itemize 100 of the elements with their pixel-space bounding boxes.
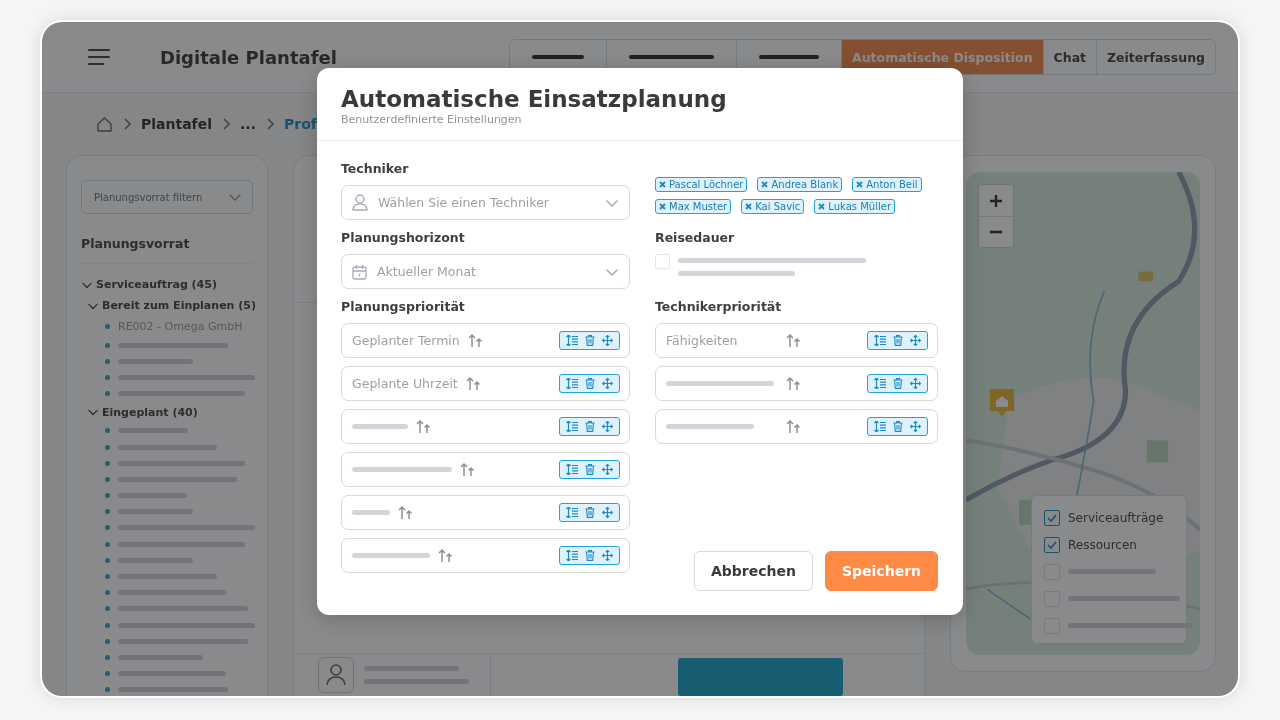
tree-item[interactable]: Eingeplant (40) [87,401,253,423]
field-label: Reisedauer [655,230,736,245]
home-icon [96,115,113,133]
sort-arrows-icon [460,462,475,477]
breadcrumb-link[interactable]: Prof [283,116,317,132]
technician-chip[interactable]: Max Muster [655,199,732,214]
sort-arrows-icon [467,333,483,348]
sort-list-icon [566,378,578,389]
bullet-icon [105,476,110,482]
close-icon [745,203,753,210]
move-icon [602,335,613,346]
move-icon [602,421,613,432]
move-icon [910,378,921,389]
priority-row[interactable]: Geplanter Termin [341,323,630,358]
tree-item[interactable]: Bereit zum Einplanen (5) [87,295,253,316]
move-icon [910,421,921,432]
breadcrumb-link[interactable]: Plantafel [141,116,212,132]
cancel-button[interactable]: Abbrechen [693,551,813,591]
dialog-title: Automatische Einsatzplanung [341,86,728,112]
trash-icon [585,421,595,432]
bullet-icon [105,509,110,515]
sort-list-icon [566,507,578,518]
sort-list-icon [566,464,578,475]
app-title: Digitale Plantafel [160,46,337,68]
tree-item[interactable]: Serviceauftrag (45) [81,274,253,295]
trash-icon [585,335,595,346]
technician-chip[interactable]: Andrea Blank [757,177,843,192]
sort-list-icon [566,421,578,432]
close-icon [659,181,666,188]
bullet-icon [105,557,110,563]
sort-arrows-icon [786,376,801,391]
select-field[interactable]: Aktueller Monat [341,254,630,289]
move-icon [602,464,613,475]
close-icon [761,181,769,188]
check-icon [1047,513,1057,522]
field-label: Techniker [341,161,410,176]
technician-chip[interactable]: Anton Beil [852,177,922,192]
bullet-icon [105,358,110,364]
home-marker-icon [990,389,1014,417]
filter-dropdown[interactable]: Planungsvorrat filtern [81,180,253,214]
technician-chip[interactable]: Lukas Müller [814,199,895,214]
sort-list-icon [874,335,886,346]
bullet-icon [105,687,110,693]
placeholder-bar [352,424,408,429]
trash-icon [585,550,595,561]
save-button[interactable]: Speichern [824,551,938,591]
close-icon [818,203,826,210]
bullet-icon [105,541,110,547]
trash-icon [585,507,595,518]
bullet-icon [105,574,110,580]
sort-arrows-icon [416,419,431,434]
move-icon [602,507,613,518]
bullet-icon [105,525,110,531]
close-icon [856,181,864,188]
menu-icon [88,49,110,65]
checkbox[interactable] [1044,509,1060,526]
bullet-icon [105,374,110,380]
sort-arrows-icon [786,333,801,348]
chevron-down-icon [87,407,99,418]
legend-label: Serviceaufträge [1068,510,1164,525]
check-icon [1047,540,1057,549]
tab[interactable]: Zeiterfassung [1096,40,1215,74]
sort-arrows-icon [398,505,413,520]
priority-row[interactable]: Geplante Uhrzeit [341,366,630,401]
bullet-icon [105,622,110,628]
priority-row[interactable] [655,409,938,444]
priority-row[interactable] [655,366,938,401]
technician-chip[interactable]: Kai Savic [741,199,805,214]
chevron-right-icon [123,118,131,130]
priority-row[interactable] [341,495,630,530]
calendar-icon [352,263,367,280]
bullet-icon [105,444,110,450]
chevron-right-icon [222,118,230,130]
field-label: Planungspriorität [341,299,466,314]
priority-row[interactable] [341,452,630,487]
checkbox[interactable] [1044,536,1060,553]
sort-list-icon [874,378,886,389]
person-icon [352,194,368,211]
trash-icon [585,378,595,389]
move-icon [910,335,921,346]
bullet-icon [105,324,110,329]
trash-icon [893,378,903,389]
bullet-icon [105,493,110,499]
move-icon [602,378,613,389]
sort-arrows-icon [438,548,453,563]
technician-chip[interactable]: Pascal Löchner [655,177,748,192]
person-icon [326,664,346,686]
field-label: Planungshorizont [341,230,466,245]
zoom-out-button[interactable] [979,216,1013,247]
section-heading: Planungsvorrat [81,236,191,251]
move-icon [602,550,613,561]
sort-list-icon [874,421,886,432]
legend-label: Ressourcen [1068,537,1137,552]
select-field[interactable]: Wählen Sie einen Techniker [341,185,630,220]
breadcrumb-link[interactable]: ... [240,116,256,132]
priority-row[interactable]: Fähigkeiten [655,323,938,358]
field-label: Technikerpriorität [655,299,783,314]
priority-row[interactable] [341,409,630,444]
trash-icon [585,464,595,475]
priority-row[interactable] [341,538,630,573]
